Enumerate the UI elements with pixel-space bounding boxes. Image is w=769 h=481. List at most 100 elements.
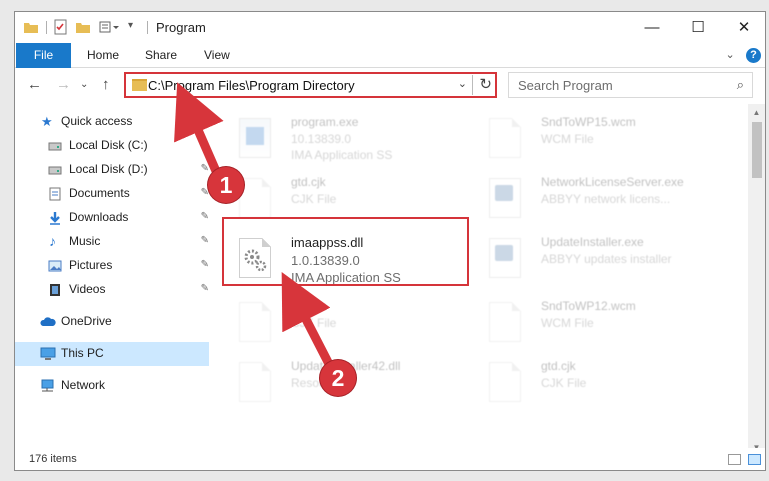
pin-icon: ✎	[200, 163, 209, 174]
document-icon	[489, 362, 521, 402]
address-dropdown-icon[interactable]: ⌄	[458, 77, 467, 90]
step-2-badge: 2	[320, 360, 356, 396]
pictures-icon	[48, 259, 62, 273]
title-divider	[147, 21, 148, 34]
item-count: 176 items	[29, 453, 77, 465]
address-bar[interactable]: C:\Program Files\Program Directory ⌄ ↻	[124, 72, 497, 98]
ribbon-right-controls: ⌄ ?	[717, 47, 761, 63]
scroll-up-icon[interactable]: ▲	[748, 104, 765, 121]
tab-share[interactable]: Share	[145, 43, 177, 68]
sidebar-item-pictures[interactable]: Pictures ✎	[15, 254, 209, 278]
address-divider	[472, 75, 473, 95]
sidebar-item-documents[interactable]: Documents ✎	[15, 182, 209, 206]
forward-button[interactable]: →	[56, 76, 71, 93]
recent-locations-button[interactable]: ⌄	[80, 79, 88, 90]
file-type: ABBYY updates installer	[541, 252, 672, 266]
folder-icon	[132, 79, 147, 91]
drive-icon	[48, 163, 62, 177]
sidebar-item-quick-access[interactable]: ★ Quick access	[15, 110, 209, 134]
status-bar: 176 items	[15, 448, 765, 470]
toolbar-divider	[46, 21, 47, 34]
expand-ribbon-icon[interactable]: ⌄	[725, 48, 734, 61]
refresh-button[interactable]: ↻	[479, 75, 492, 93]
help-icon[interactable]: ?	[746, 48, 761, 63]
exe-icon	[489, 238, 521, 278]
document-icon	[489, 118, 521, 158]
exe-icon	[489, 178, 521, 218]
file-type: ABBYY network licens...	[541, 192, 671, 206]
scroll-thumb[interactable]	[752, 122, 762, 178]
file-highlight-box	[222, 217, 469, 286]
file-item-sndtowp12[interactable]: SndToWP12.wcm WCM File	[463, 296, 703, 356]
file-item-program-exe[interactable]: program.exe 10.13839.0 IMA Application S…	[213, 112, 453, 172]
sidebar-item-label: Pictures	[69, 258, 113, 272]
sidebar-item-videos[interactable]: Videos ✎	[15, 278, 209, 302]
file-name: UpdateInstaller.exe	[541, 235, 644, 249]
computer-icon	[40, 347, 56, 361]
qat-dropdown-icon[interactable]: ▾	[128, 20, 144, 36]
pin-icon: ✎	[200, 211, 209, 222]
navigation-bar: ← → ⌄ ↑ C:\Program Files\Program Directo…	[15, 68, 765, 102]
videos-icon	[48, 283, 62, 297]
folder-icon	[23, 19, 39, 35]
address-path[interactable]: C:\Program Files\Program Directory	[148, 78, 355, 93]
window-title: Program	[156, 20, 206, 35]
new-folder-icon[interactable]	[75, 19, 91, 35]
file-name: SndToWP15.wcm	[541, 115, 636, 129]
properties-icon[interactable]	[53, 19, 69, 35]
sidebar-item-network[interactable]: Network	[15, 374, 209, 398]
tab-file[interactable]: File	[16, 43, 71, 68]
documents-icon	[48, 187, 62, 201]
sidebar-item-local-disk-c[interactable]: Local Disk (C:) ✎	[15, 134, 209, 158]
file-item-sndtowp15[interactable]: SndToWP15.wcm WCM File	[463, 112, 703, 172]
search-input[interactable]: Search Program	[518, 78, 613, 93]
file-name: gtd.cjk	[541, 359, 576, 373]
up-button[interactable]: ↑	[102, 76, 110, 93]
download-icon	[48, 211, 62, 225]
pin-icon: ✎	[200, 235, 209, 246]
tab-view[interactable]: View	[204, 43, 230, 68]
large-icons-view-icon[interactable]	[748, 454, 761, 465]
sidebar-item-onedrive[interactable]: OneDrive	[15, 310, 209, 334]
installer-icon	[239, 118, 271, 158]
minimize-button[interactable]: —	[629, 12, 675, 43]
sidebar-item-local-disk-d[interactable]: Local Disk (D:) ✎	[15, 158, 209, 182]
file-item-networklicenseserver[interactable]: NetworkLicenseServer.exe ABBYY network l…	[463, 172, 703, 232]
sidebar-item-music[interactable]: ♪ Music ✎	[15, 230, 209, 254]
drive-icon	[48, 139, 62, 153]
document-icon	[239, 302, 271, 342]
file-name: gtd.cjk	[291, 175, 326, 189]
dll-gear-icon	[239, 362, 271, 402]
file-version: 10.13839.0	[291, 132, 352, 146]
close-button[interactable]: ✕	[721, 12, 765, 43]
details-view-icon[interactable]	[727, 454, 741, 465]
file-type: WCM File	[541, 316, 594, 330]
sidebar-item-label: Quick access	[61, 114, 133, 128]
sidebar-item-downloads[interactable]: Downloads ✎	[15, 206, 209, 230]
back-button[interactable]: ←	[27, 76, 42, 93]
file-item-updateinstaller[interactable]: UpdateInstaller.exe ABBYY updates instal…	[463, 232, 703, 292]
sidebar-item-label: This PC	[61, 346, 104, 360]
music-icon: ♪	[49, 233, 56, 249]
file-item-gtd-cjk-2[interactable]: gtd.cjk CJK File	[213, 296, 453, 356]
cloud-icon	[40, 315, 56, 329]
file-description: IMA Application SS	[291, 148, 393, 162]
file-item-gtd-cjk-3[interactable]: gtd.cjk CJK File	[463, 356, 703, 416]
sidebar-item-this-pc[interactable]: This PC	[15, 342, 209, 366]
customize-toolbar-icon[interactable]	[99, 19, 119, 35]
sidebar-item-label: Network	[61, 378, 106, 392]
vertical-scrollbar[interactable]: ▲ ▼	[748, 104, 765, 456]
maximize-button[interactable]: ☐	[675, 12, 721, 43]
sidebar-item-label: Documents	[69, 186, 130, 200]
tab-home[interactable]: Home	[87, 43, 119, 68]
pin-icon: ✎	[200, 139, 209, 150]
file-type: CJK File	[541, 376, 587, 390]
network-icon	[40, 379, 54, 393]
search-box[interactable]: Search Program ⌕	[508, 72, 753, 98]
sidebar-item-label: Music	[69, 234, 101, 248]
file-name: NetworkLicenseServer.exe	[541, 175, 684, 189]
file-type: CJK File	[291, 192, 337, 206]
file-name: gtd.cjk	[291, 299, 326, 313]
sidebar-item-label: Downloads	[69, 210, 129, 224]
search-icon[interactable]: ⌕	[737, 77, 744, 93]
